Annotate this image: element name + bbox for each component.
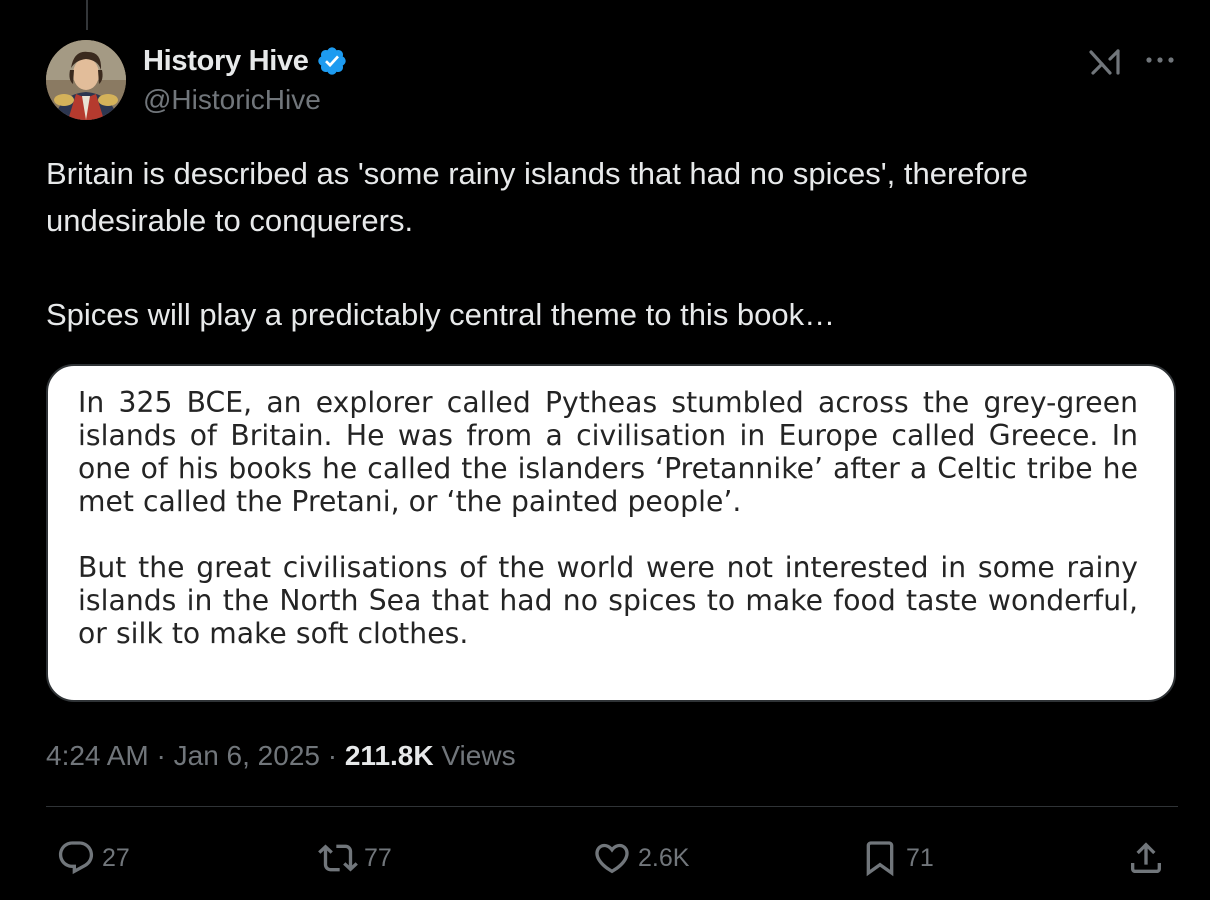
bookmark-button[interactable]: 71 <box>860 836 934 880</box>
heart-icon <box>592 838 632 878</box>
views-count: 211.8K <box>344 740 434 771</box>
tweet-meta: 4:24 AM · Jan 6, 2025 · 211.8K Views <box>46 736 516 776</box>
meta-separator: · <box>319 740 345 771</box>
repost-button[interactable]: 77 <box>318 836 392 880</box>
tweet-paragraph: Britain is described as 'some rainy isla… <box>46 156 1028 238</box>
tweet-date[interactable]: Jan 6, 2025 <box>174 740 320 772</box>
thread-connector-line <box>86 0 88 30</box>
action-bar: 27 77 2.6K 71 <box>46 836 1178 880</box>
share-icon <box>1126 838 1166 878</box>
tweet-text: Britain is described as 'some rainy isla… <box>46 150 1176 338</box>
display-name[interactable]: History Hive <box>143 45 309 78</box>
reply-count: 27 <box>102 843 130 872</box>
author-name-row: History Hive <box>143 44 348 78</box>
bookmark-count: 71 <box>906 843 934 872</box>
meta-separator: · <box>148 740 174 771</box>
like-button[interactable]: 2.6K <box>592 836 689 880</box>
tweet-paragraph: Spices will play a predictably central t… <box>46 297 836 332</box>
repost-icon <box>318 838 358 878</box>
divider <box>46 806 1178 807</box>
excerpt-paragraph: In 325 BCE, an explorer called Pytheas s… <box>78 386 1138 518</box>
author-handle[interactable]: @HistoricHive <box>143 84 321 116</box>
portrait-image <box>46 40 126 120</box>
bookmark-icon <box>860 838 900 878</box>
reply-button[interactable]: 27 <box>56 836 130 880</box>
views-label: Views <box>433 740 516 771</box>
book-excerpt: In 325 BCE, an explorer called Pytheas s… <box>78 386 1138 650</box>
share-button[interactable] <box>1126 836 1166 880</box>
like-count: 2.6K <box>638 843 690 872</box>
grok-icon[interactable] <box>1088 46 1124 78</box>
more-icon[interactable] <box>1142 48 1178 72</box>
verified-badge-icon[interactable] <box>316 45 348 77</box>
media-image[interactable]: In 325 BCE, an explorer called Pytheas s… <box>46 364 1176 702</box>
tweet-time[interactable]: 4:24 AM <box>46 740 149 772</box>
excerpt-paragraph: But the great civilisations of the world… <box>78 551 1138 650</box>
reply-icon <box>56 838 96 878</box>
avatar[interactable] <box>46 40 126 120</box>
repost-count: 77 <box>364 843 392 872</box>
